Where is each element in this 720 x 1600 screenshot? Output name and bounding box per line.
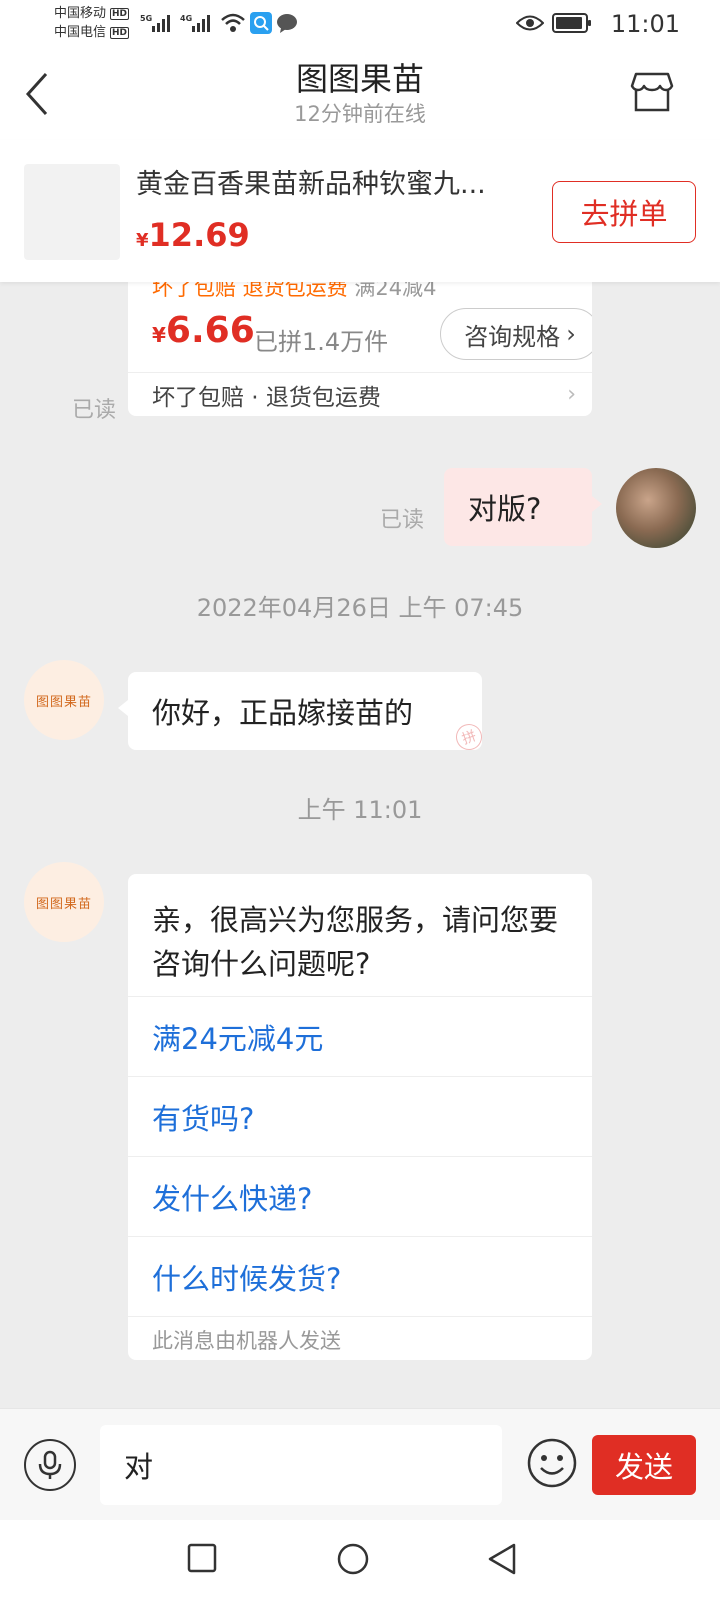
status-bar: 中国移动 HD 中国电信 HD 5G 4G 11:01 (0, 0, 720, 48)
card-price: ¥6.66 (152, 310, 255, 351)
voice-button[interactable] (24, 1439, 76, 1491)
card-promo-text: 坏了包赔 退货包运费 (152, 282, 348, 300)
input-bar: 对 发送 (0, 1408, 720, 1520)
search-app-icon (250, 12, 272, 38)
square-icon (187, 1543, 217, 1573)
currency-symbol: ¥ (136, 230, 149, 251)
shop-message-bubble[interactable]: 你好，正品嫁接苗的 拼 (118, 672, 486, 754)
wifi-icon (220, 12, 246, 38)
carrier-info: 中国移动 HD 中国电信 HD (54, 4, 130, 42)
hd-badge: HD (110, 26, 130, 39)
read-receipt: 已读 (380, 508, 425, 533)
emoji-icon (527, 1438, 577, 1488)
clock: 11:01 (610, 10, 680, 38)
eye-icon (515, 12, 545, 38)
quick-question-4[interactable]: 什么时候发货? (128, 1236, 592, 1316)
product-bar[interactable]: 黄金百香果苗新品种钦蜜九... ¥12.69 去拼单 (0, 140, 720, 282)
product-image[interactable] (24, 164, 120, 260)
price-value: 12.69 (148, 216, 250, 254)
timestamp: 上午 11:01 (297, 796, 423, 824)
robot-message-bubble: 亲，很高兴为您服务，请问您要咨询什么问题呢? 满24元减4元 有货吗? 发什么快… (128, 874, 592, 1360)
read-receipt: 已读 (72, 398, 117, 423)
card-sold-count: 已拼1.4万件 (254, 328, 389, 356)
user-avatar[interactable] (616, 468, 696, 548)
ask-spec-button[interactable]: 咨询规格 › (440, 308, 592, 360)
robot-note: 此消息由机器人发送 (128, 1316, 592, 1360)
currency-symbol: ¥ (152, 323, 166, 347)
card-guarantee[interactable]: 坏了包赔 · 退货包运费 (152, 378, 381, 412)
chat-header: 图图果苗 12分钟前在线 (0, 48, 720, 140)
message-app-icon (276, 12, 298, 38)
timestamp: 2022年04月26日 上午 07:45 (196, 594, 524, 622)
triangle-back-icon (488, 1543, 516, 1575)
send-button[interactable]: 发送 (592, 1435, 696, 1495)
robot-message-text: 亲，很高兴为您服务，请问您要咨询什么问题呢? (152, 903, 559, 981)
circle-icon (337, 1543, 369, 1575)
card-price-value: 6.66 (165, 310, 255, 351)
carrier-1: 中国移动 (54, 6, 107, 21)
quick-question-1[interactable]: 满24元减4元 (128, 996, 592, 1076)
divider (128, 372, 592, 373)
emoji-button[interactable] (526, 1437, 578, 1489)
microphone-icon (38, 1450, 62, 1479)
group-buy-button[interactable]: 去拼单 (552, 181, 696, 243)
user-message-bubble[interactable]: 对版? (444, 468, 602, 546)
quick-question-2[interactable]: 有货吗? (128, 1076, 592, 1156)
product-title[interactable]: 黄金百香果苗新品种钦蜜九... (136, 162, 526, 201)
svg-text:4G: 4G (180, 14, 192, 23)
svg-text:5G: 5G (140, 14, 152, 23)
chevron-right-icon: › (567, 382, 576, 407)
back-nav-button[interactable] (486, 1542, 518, 1580)
shop-message-text: 你好，正品嫁接苗的 (152, 696, 414, 730)
product-price: ¥12.69 (136, 216, 250, 254)
system-nav-bar (0, 1520, 720, 1600)
card-promo: 坏了包赔 退货包运费 满24减4 (152, 282, 436, 302)
product-card-message[interactable]: 坏了包赔 退货包运费 满24减4 ¥6.66 已拼1.4万件 咨询规格 › 坏了… (128, 282, 592, 416)
battery-icon (552, 12, 592, 38)
carrier-2: 中国电信 (54, 25, 107, 40)
shop-avatar[interactable]: 图图果苗 (24, 862, 104, 942)
message-input[interactable]: 对 (100, 1425, 502, 1505)
card-promo-sub: 满24减4 (354, 282, 437, 300)
recents-button[interactable] (186, 1542, 218, 1578)
online-status: 12分钟前在线 (294, 102, 426, 126)
home-button[interactable] (336, 1542, 370, 1580)
ask-spec-label: 咨询规格 (464, 322, 561, 351)
store-icon (630, 72, 674, 112)
page-title: 图图果苗 (295, 60, 424, 98)
pin-stamp-icon: 拼 (452, 720, 486, 754)
chevron-right-icon: › (566, 320, 576, 348)
message-list[interactable]: 坏了包赔 退货包运费 满24减4 ¥6.66 已拼1.4万件 咨询规格 › 坏了… (0, 282, 720, 1408)
store-button[interactable] (630, 70, 674, 118)
signal-5g-icon: 5G (140, 12, 174, 38)
quick-question-3[interactable]: 发什么快递? (128, 1156, 592, 1236)
hd-badge: HD (110, 7, 130, 20)
signal-4g-icon: 4G (180, 12, 214, 38)
shop-avatar[interactable]: 图图果苗 (24, 660, 104, 740)
